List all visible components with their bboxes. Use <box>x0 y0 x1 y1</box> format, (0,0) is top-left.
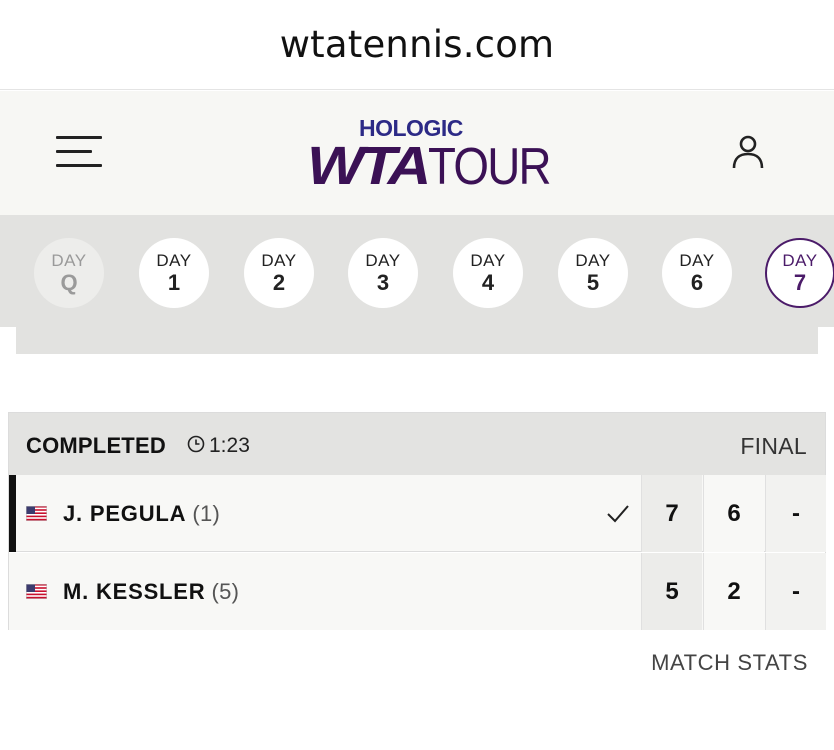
set-score: 5 <box>641 553 702 630</box>
set-score: - <box>765 553 826 630</box>
logo-suffix: TOUR <box>427 138 552 196</box>
wta-logo[interactable]: HOLOGIC WTATOUR <box>305 115 552 196</box>
match-duration: 1:23 <box>209 434 250 457</box>
match-result-label: FINAL <box>740 433 807 459</box>
address-bar[interactable]: wtatennis.com <box>0 0 834 90</box>
set-score: - <box>765 475 826 552</box>
day-tab-5[interactable]: DAY 5 <box>558 238 628 308</box>
day-selector-underlay <box>16 327 818 354</box>
day-tab-q[interactable]: DAY Q <box>34 238 104 308</box>
player-name: J. PEGULA (1) <box>63 501 221 526</box>
checkmark-icon <box>605 503 631 525</box>
site-header: HOLOGIC WTATOUR <box>0 91 834 215</box>
set-score: 2 <box>703 553 764 630</box>
day-tab-7[interactable]: DAY 7 <box>765 238 834 308</box>
us-flag-icon <box>26 584 47 599</box>
set-score: 7 <box>641 475 702 552</box>
logo-brand: WTA <box>307 136 431 196</box>
day-selector: DAY Q DAY 1 DAY 2 DAY 3 DAY 4 DAY 5 DAY … <box>0 215 834 327</box>
match-stats-link[interactable]: MATCH STATS <box>651 650 808 676</box>
match-card[interactable]: COMPLETED 1:23 FINAL J. PEGULA(1) 7 6 - … <box>8 412 826 630</box>
player-row: J. PEGULA (1) 7 6 - <box>9 475 826 552</box>
winner-indicator <box>9 475 16 552</box>
day-tab-3[interactable]: DAY 3 <box>348 238 418 308</box>
url-text: wtatennis.com <box>279 23 555 66</box>
player-seed: (1) <box>192 501 221 526</box>
day-tab-2[interactable]: DAY 2 <box>244 238 314 308</box>
player-name: M. KESSLER (5) <box>63 579 240 604</box>
user-icon[interactable] <box>730 134 766 170</box>
day-tab-6[interactable]: DAY 6 <box>662 238 732 308</box>
clock-icon <box>187 435 205 453</box>
player-row: M. KESSLER (5) 5 2 - <box>9 553 826 630</box>
player-seed: (5) <box>211 579 240 604</box>
hamburger-menu-icon[interactable] <box>56 134 102 170</box>
us-flag-icon <box>26 506 47 521</box>
day-tab-1[interactable]: DAY 1 <box>139 238 209 308</box>
day-tab-4[interactable]: DAY 4 <box>453 238 523 308</box>
match-header: COMPLETED 1:23 FINAL <box>9 413 825 475</box>
match-status: COMPLETED <box>26 433 166 458</box>
set-score: 6 <box>703 475 764 552</box>
